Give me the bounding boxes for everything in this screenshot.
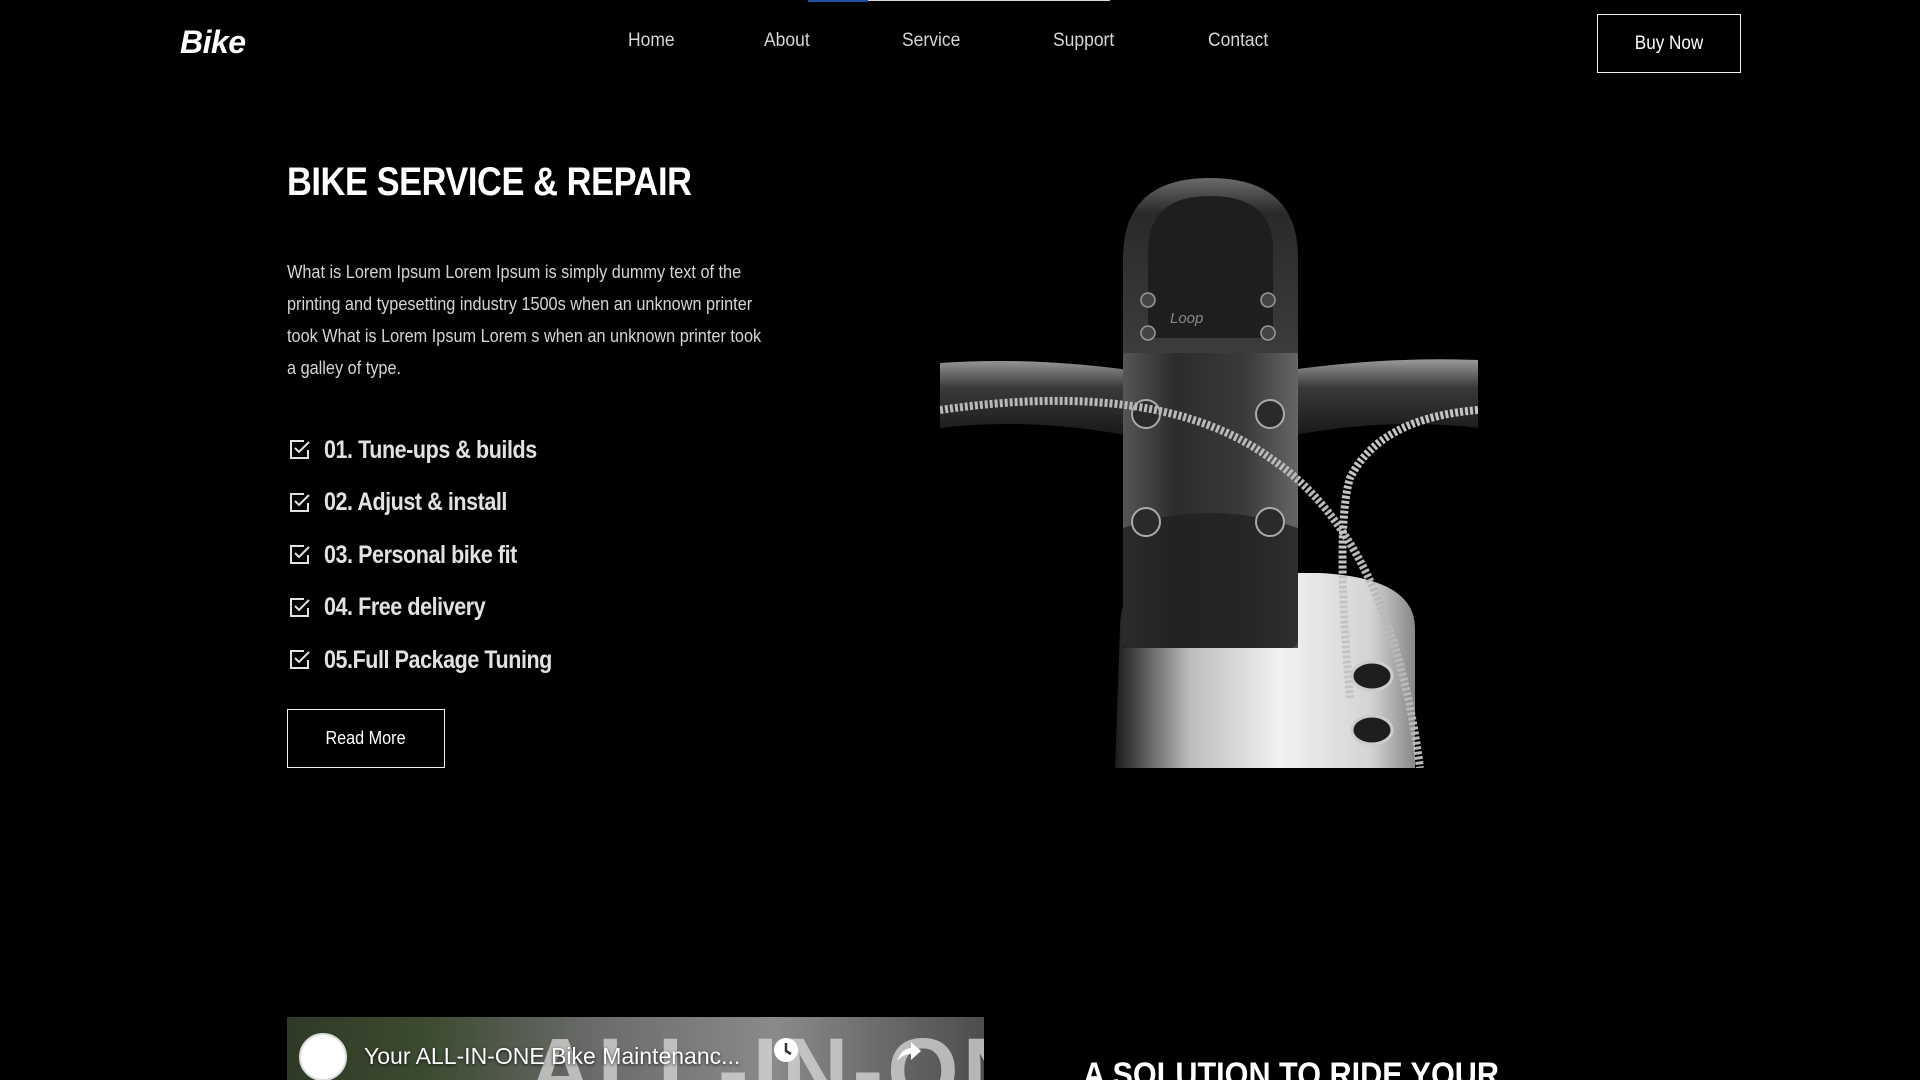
buy-now-button[interactable]: Buy Now: [1597, 14, 1741, 73]
feature-item: 03. Personal bike fit: [287, 529, 589, 582]
nav-contact[interactable]: Contact: [1208, 30, 1268, 52]
checkbox-icon: [290, 650, 310, 670]
page: Bike Home About Service Support Contact …: [0, 0, 1920, 1080]
nav-about[interactable]: About: [764, 30, 810, 52]
video-title[interactable]: Your ALL-IN-ONE Bike Maintenanc...: [364, 1043, 740, 1070]
nav-service[interactable]: Service: [902, 30, 960, 52]
read-more-button[interactable]: Read More: [287, 709, 445, 768]
checkbox-icon: [290, 440, 310, 460]
video-embed[interactable]: ALL-IN-ONE Your ALL-IN-ONE Bike Maintena…: [287, 1017, 984, 1080]
hero-title: BIKE SERVICE & REPAIR: [287, 160, 692, 204]
feature-label: 04. Free delivery: [324, 593, 486, 622]
channel-avatar-icon[interactable]: [299, 1033, 347, 1080]
site-logo[interactable]: Bike: [180, 24, 246, 61]
feature-label: 02. Adjust & install: [324, 488, 507, 517]
feature-label: 03. Personal bike fit: [324, 540, 517, 569]
feature-label: 01. Tune-ups & builds: [324, 435, 537, 464]
watch-later-icon[interactable]: [771, 1035, 801, 1065]
nav-scroll-indicator: [808, 0, 868, 2]
checkbox-icon: [290, 492, 310, 512]
bike-handlebar-image: Loop: [940, 178, 1478, 768]
share-icon[interactable]: [893, 1037, 923, 1067]
nav-home[interactable]: Home: [628, 30, 675, 52]
feature-list: 01. Tune-ups & builds 02. Adjust & insta…: [287, 424, 589, 687]
solution-title: A SOLUTION TO RIDE YOUR: [1083, 1056, 1499, 1080]
hero-description: What is Lorem Ipsum Lorem Ipsum is simpl…: [287, 261, 762, 378]
stem-brand-text: Loop: [1170, 310, 1203, 327]
read-more-label: Read More: [325, 728, 407, 748]
nav-support[interactable]: Support: [1053, 30, 1114, 52]
feature-item: 05.Full Package Tuning: [287, 634, 589, 687]
checkbox-icon: [290, 545, 310, 565]
checkbox-icon: [290, 597, 310, 617]
feature-label: 05.Full Package Tuning: [324, 645, 552, 674]
feature-item: 01. Tune-ups & builds: [287, 424, 589, 477]
buy-now-label: Buy Now: [1634, 32, 1704, 54]
feature-item: 04. Free delivery: [287, 582, 589, 635]
feature-item: 02. Adjust & install: [287, 477, 589, 530]
